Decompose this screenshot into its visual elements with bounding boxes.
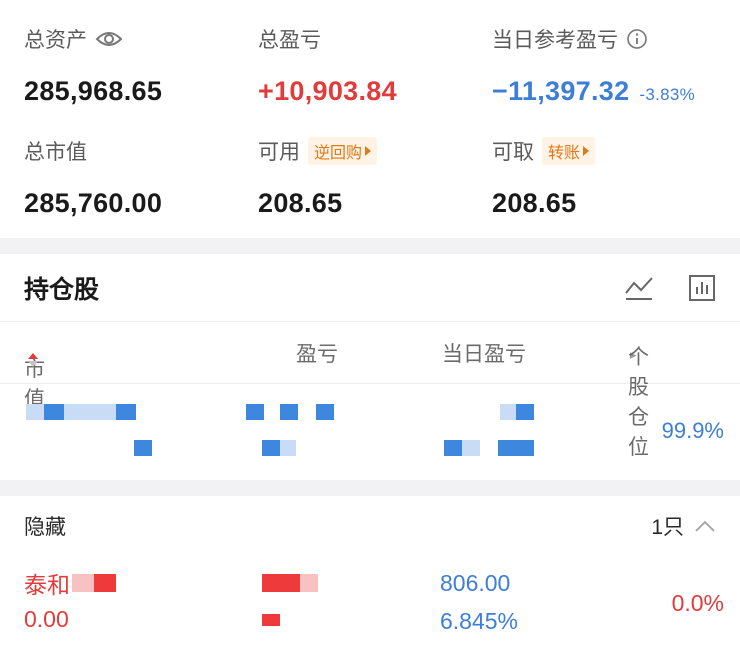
day-pnl: 当日参考盈亏 −11,397.32 -3.83% [492, 24, 695, 107]
stock-market-value: 0.00 [24, 606, 69, 632]
redacted-block [262, 614, 280, 626]
redacted-block [72, 574, 94, 592]
total-pnl-label: 总盈亏 [258, 29, 321, 52]
total-assets-value: 285,968.65 [24, 76, 163, 106]
redacted-block [444, 440, 462, 456]
account-summary: 总资产 285,968.65 总盈亏 +10,903.84 当日参考盈亏 −11… [0, 0, 740, 238]
withdrawable: 可取 转账 208.65 [492, 136, 596, 219]
info-icon[interactable] [626, 28, 648, 50]
day-pnl-value: −11,397.32 [492, 76, 630, 106]
total-assets-label: 总资产 [24, 29, 87, 52]
redacted-block [262, 574, 300, 592]
withdrawable-label: 可取 [492, 141, 534, 164]
sort-icon [28, 352, 38, 367]
stock-pnl: 806.00 [440, 570, 511, 596]
hidden-section-toggle[interactable]: 隐藏 1只 [0, 480, 740, 556]
holdings-header: 持仓股 [0, 254, 740, 322]
redacted-block [246, 404, 264, 420]
line-chart-icon[interactable] [624, 275, 654, 301]
total-assets: 总资产 285,968.65 [24, 24, 162, 107]
redacted-block [116, 404, 136, 420]
redacted-block [64, 404, 116, 420]
redacted-block [462, 440, 480, 456]
redacted-block [498, 440, 534, 456]
eye-icon[interactable] [95, 29, 123, 49]
holdings-column-header: 市值 盈亏 当日盈亏 个股仓位 ▸ [0, 322, 740, 459]
stock-position-pct: 0.0% [671, 590, 724, 616]
stock-pnl-pct: 6.845% [440, 608, 519, 634]
redacted-block [316, 404, 334, 420]
redacted-block [262, 440, 280, 456]
arrow-right-icon [365, 146, 372, 156]
available: 可用 逆回购 208.65 [258, 136, 378, 219]
withdrawable-value: 208.65 [492, 188, 577, 218]
bar-chart-icon[interactable] [688, 274, 716, 302]
col-day-pnl[interactable]: 当日盈亏 [442, 338, 526, 368]
market-value: 总市值 285,760.00 [24, 136, 162, 219]
redacted-block [500, 404, 516, 420]
transfer-button[interactable]: 转账 [542, 137, 596, 165]
holdings-title: 持仓股 [24, 275, 100, 304]
stock-name: 泰和 [24, 572, 70, 598]
chevron-up-icon [695, 520, 715, 532]
hidden-stock-row[interactable]: 泰和 0.00 806.00 6.845% 0.0% [0, 556, 740, 652]
day-pnl-label: 当日参考盈亏 [492, 29, 618, 52]
redacted-block [280, 440, 296, 456]
redacted-block [26, 404, 44, 420]
day-pnl-pct: -3.83% [639, 85, 696, 104]
position-pct: 99.9% [661, 418, 724, 443]
redacted-block [280, 404, 298, 420]
total-pnl: 总盈亏 +10,903.84 [258, 24, 397, 107]
arrow-right-icon [583, 146, 590, 156]
hidden-count: 1只 [651, 516, 684, 539]
hidden-label: 隐藏 [24, 516, 66, 539]
redacted-block [44, 404, 64, 420]
market-value-label: 总市值 [24, 141, 87, 164]
redacted-block [134, 440, 152, 456]
reverse-repo-button[interactable]: 逆回购 [308, 137, 378, 165]
available-label: 可用 [258, 141, 300, 164]
total-pnl-value: +10,903.84 [258, 76, 397, 106]
col-pnl[interactable]: 盈亏 [296, 338, 338, 368]
redacted-block [300, 574, 318, 592]
col-position[interactable]: 个股仓位 ▸ [628, 341, 649, 459]
divider [0, 238, 740, 254]
redacted-block [516, 404, 534, 420]
available-value: 208.65 [258, 188, 343, 218]
redacted-block [94, 574, 116, 592]
table-row[interactable]: 99.9% [0, 384, 740, 480]
market-value-value: 285,760.00 [24, 188, 163, 218]
